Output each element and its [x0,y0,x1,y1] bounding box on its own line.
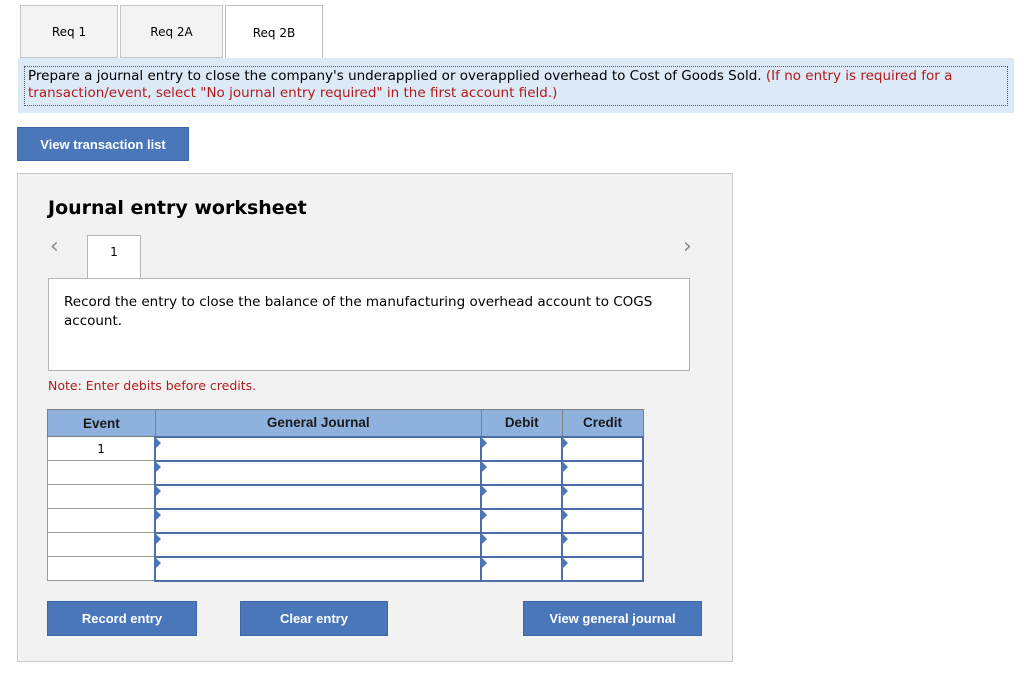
debit-input[interactable] [480,483,564,510]
event-cell [47,484,157,509]
entry-tab-1[interactable]: 1 [87,235,141,279]
entry-number: 1 [110,245,118,259]
account-select[interactable] [154,507,483,534]
debit-input[interactable] [480,459,564,486]
event-cell [47,508,157,533]
event-cell [47,460,157,485]
tab-req-2b[interactable]: Req 2B [225,5,323,59]
table-row [47,507,644,534]
view-transaction-list-button[interactable]: View transaction list [17,127,189,161]
event-cell [47,556,157,581]
record-entry-button[interactable]: Record entry [47,601,197,636]
debit-input[interactable] [480,435,564,462]
debit-input[interactable] [480,555,564,582]
instruction-text: Prepare a journal entry to close the com… [24,66,1008,106]
account-select[interactable] [154,555,483,582]
table-row [47,531,644,558]
entry-description: Record the entry to close the balance of… [48,278,690,371]
clear-entry-button[interactable]: Clear entry [240,601,388,636]
account-select[interactable] [154,483,483,510]
account-select[interactable] [154,459,483,486]
header-event: Event [47,409,156,437]
event-cell: 1 [47,436,157,461]
credit-input[interactable] [561,531,644,558]
journal-table: Event General Journal Debit Credit 1 [47,409,644,582]
credit-input[interactable] [561,507,644,534]
debit-credit-note: Note: Enter debits before credits. [48,378,257,393]
table-row [47,459,644,486]
worksheet-title: Journal entry worksheet [48,197,307,219]
header-debit: Debit [480,409,563,437]
credit-input[interactable] [561,555,644,582]
debit-input[interactable] [480,507,564,534]
credit-input[interactable] [561,483,644,510]
table-row: 1 [47,435,644,462]
account-select[interactable] [154,435,483,462]
account-select[interactable] [154,531,483,558]
chevron-left-icon[interactable]: ‹ [50,234,59,259]
credit-input[interactable] [561,435,644,462]
event-cell [47,532,157,557]
table-row [47,555,644,582]
credit-input[interactable] [561,459,644,486]
header-credit: Credit [561,409,644,437]
tab-req-2a[interactable]: Req 2A [120,5,223,58]
table-header-row: Event General Journal Debit Credit [47,409,644,437]
table-row [47,483,644,510]
debit-input[interactable] [480,531,564,558]
tab-req-1[interactable]: Req 1 [20,5,118,58]
header-general-journal: General Journal [154,409,482,437]
instruction-main: Prepare a journal entry to close the com… [28,68,762,84]
journal-entry-worksheet: Journal entry worksheet ‹ 1 › Record the… [17,173,733,662]
instruction-banner: Prepare a journal entry to close the com… [18,58,1014,113]
chevron-right-icon[interactable]: › [683,234,692,259]
view-general-journal-button[interactable]: View general journal [523,601,702,636]
